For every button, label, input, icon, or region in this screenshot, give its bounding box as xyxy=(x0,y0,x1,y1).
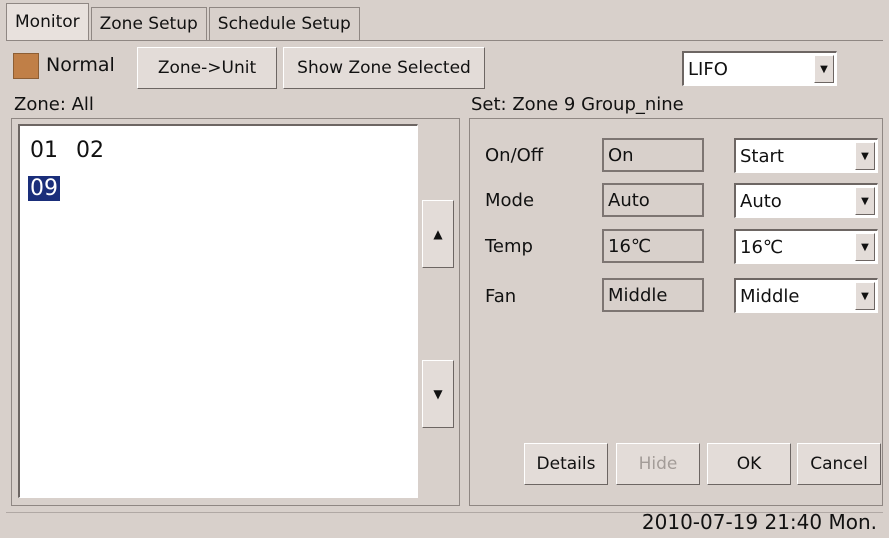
zone-item-02[interactable]: 02 xyxy=(76,138,104,163)
chevron-down-icon[interactable]: ▼ xyxy=(855,233,875,261)
zone-item-01[interactable]: 01 xyxy=(30,138,58,163)
chevron-down-icon[interactable]: ▼ xyxy=(855,282,875,310)
chevron-down-icon[interactable]: ▼ xyxy=(855,142,875,170)
details-button[interactable]: Details xyxy=(524,443,608,485)
status-label: Normal xyxy=(46,54,115,76)
order-select-value: LIFO xyxy=(688,58,728,80)
fan-current: Middle xyxy=(602,278,704,312)
tab-bar: Monitor Zone Setup Schedule Setup xyxy=(6,3,362,40)
fan-select-value: Middle xyxy=(740,285,800,307)
mode-current: Auto xyxy=(602,183,704,217)
tab-zone-setup[interactable]: Zone Setup xyxy=(90,7,207,40)
temp-current: 16℃ xyxy=(602,229,704,263)
chevron-down-icon[interactable]: ▼ xyxy=(855,187,875,215)
zone-header: Zone: All xyxy=(14,94,94,115)
tab-schedule-setup[interactable]: Schedule Setup xyxy=(208,7,360,40)
scroll-down-button[interactable]: ▼ xyxy=(422,360,454,428)
temp-current-value: 16℃ xyxy=(608,235,652,257)
fan-current-value: Middle xyxy=(608,284,668,306)
scroll-up-button[interactable]: ▲ xyxy=(422,200,454,268)
chevron-down-icon[interactable]: ▼ xyxy=(814,55,834,83)
onoff-current-value: On xyxy=(608,144,634,166)
temp-select[interactable]: 16℃ ▼ xyxy=(734,229,878,264)
zone-unit-button[interactable]: Zone->Unit xyxy=(137,47,277,89)
mode-select-value: Auto xyxy=(740,190,782,212)
mode-label: Mode xyxy=(485,190,535,211)
arrow-down-icon: ▼ xyxy=(433,387,443,401)
tab-monitor[interactable]: Monitor xyxy=(6,3,89,40)
set-header: Set: Zone 9 Group_nine xyxy=(471,94,684,115)
mode-select[interactable]: Auto ▼ xyxy=(734,183,878,218)
zone-list[interactable] xyxy=(18,124,418,498)
fan-label: Fan xyxy=(485,286,517,307)
show-zone-selected-button[interactable]: Show Zone Selected xyxy=(283,47,485,89)
onoff-label: On/Off xyxy=(485,145,544,166)
status-indicator xyxy=(13,53,39,79)
temp-label: Temp xyxy=(485,236,533,257)
onoff-select-value: Start xyxy=(740,145,784,167)
zone-item-09[interactable]: 09 xyxy=(28,176,60,201)
hide-button[interactable]: Hide xyxy=(616,443,700,485)
tab-divider xyxy=(6,40,883,41)
mode-current-value: Auto xyxy=(608,189,650,211)
onoff-current: On xyxy=(602,138,704,172)
datetime-label: 2010-07-19 21:40 Mon. xyxy=(641,510,877,534)
arrow-up-icon: ▲ xyxy=(433,227,443,241)
order-select[interactable]: LIFO ▼ xyxy=(682,51,837,86)
fan-select[interactable]: Middle ▼ xyxy=(734,278,878,313)
temp-select-value: 16℃ xyxy=(740,236,784,258)
cancel-button[interactable]: Cancel xyxy=(797,443,881,485)
ok-button[interactable]: OK xyxy=(707,443,791,485)
onoff-select[interactable]: Start ▼ xyxy=(734,138,878,173)
